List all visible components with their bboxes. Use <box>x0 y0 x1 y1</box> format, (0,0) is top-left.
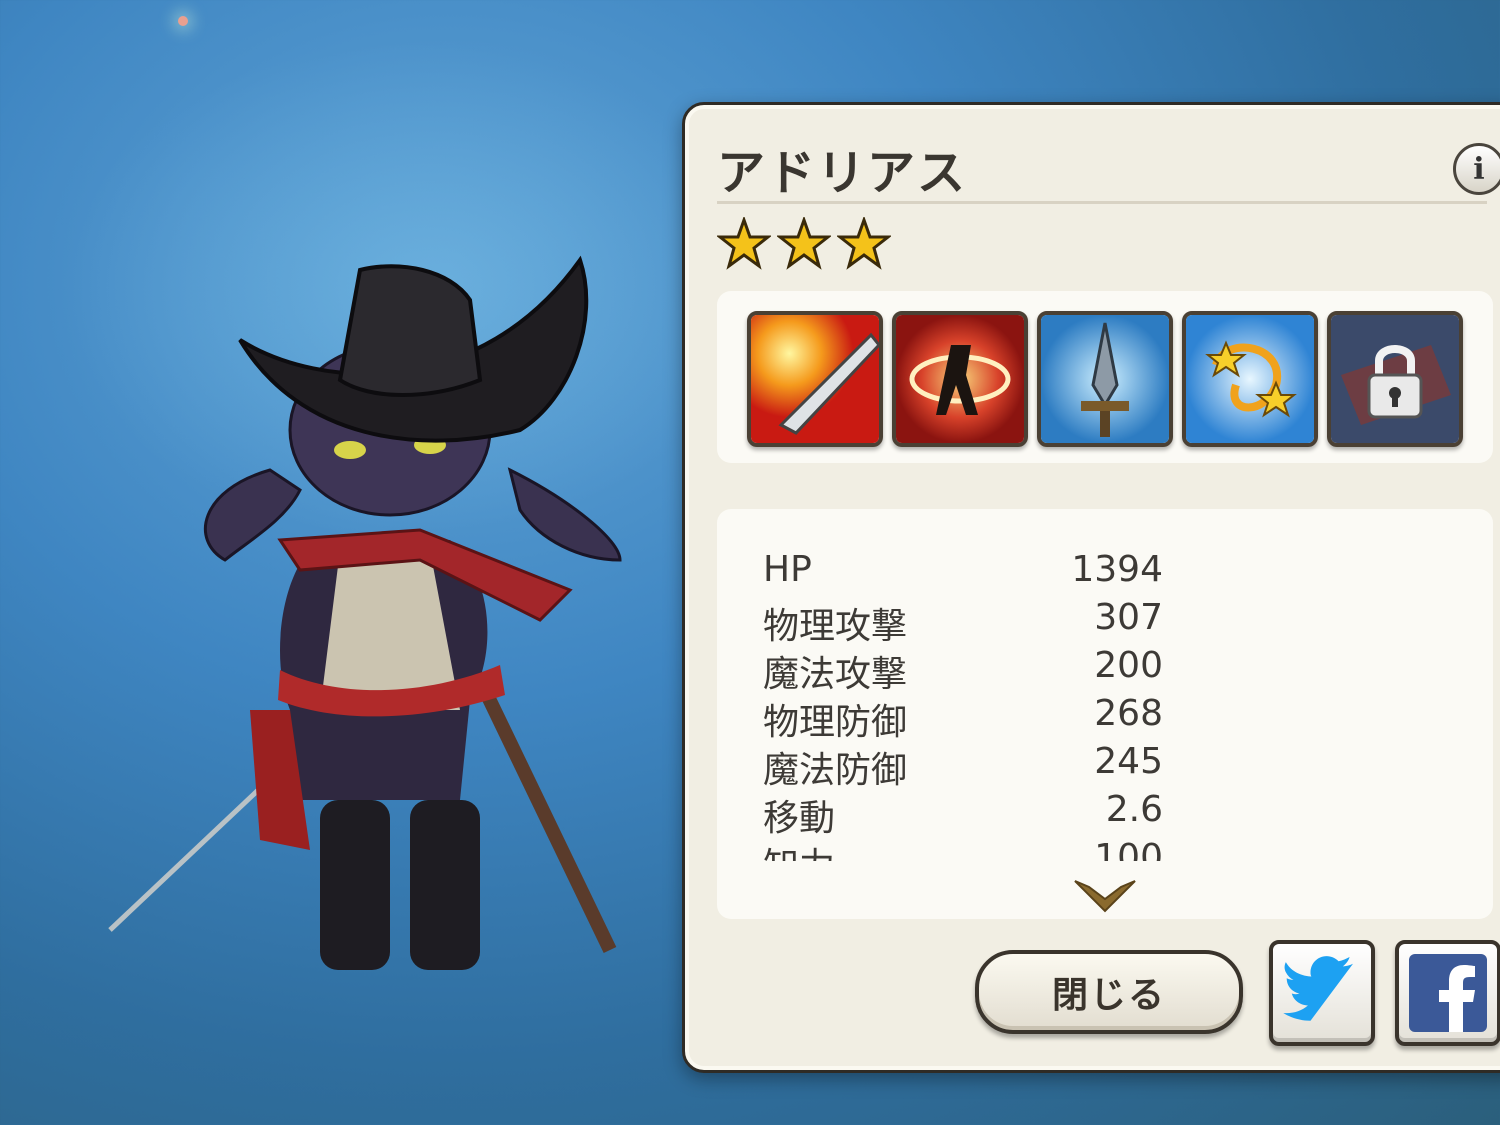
stat-value: 245 <box>1094 741 1163 782</box>
fencer-flame-icon[interactable] <box>892 311 1028 447</box>
rarity-stars <box>717 217 891 271</box>
stat-label: 移動 <box>763 798 836 839</box>
sparkle-dot <box>178 16 188 26</box>
stat-label: HP <box>763 549 812 590</box>
stat-value: 1394 <box>1071 549 1163 590</box>
stat-row-magic-defense: 魔法防御 245 <box>763 741 1163 791</box>
stat-label: 物理防御 <box>763 702 908 743</box>
info-icon[interactable]: i <box>1453 143 1500 195</box>
star-icon <box>777 217 831 270</box>
facebook-share-button[interactable] <box>1395 940 1500 1046</box>
twitter-icon <box>1283 956 1353 1021</box>
stat-row-magic-attack: 魔法攻撃 200 <box>763 645 1163 695</box>
star-swirl-icon[interactable] <box>1182 311 1318 447</box>
scroll-down-arrow-icon[interactable] <box>1073 877 1137 915</box>
stat-row-physical-defense: 物理防御 268 <box>763 693 1163 743</box>
sword-sparkle-icon[interactable] <box>1037 311 1173 447</box>
star-icon <box>837 217 891 270</box>
stat-label: 魔法防御 <box>763 750 908 791</box>
stat-label: 物理攻撃 <box>763 606 908 647</box>
stat-value: 200 <box>1094 645 1163 686</box>
locked-skill-icon[interactable] <box>1327 311 1463 447</box>
twitter-share-button[interactable] <box>1269 940 1375 1046</box>
stat-row-intelligence: 知力 100 <box>763 837 1163 861</box>
character-name: アドリアス <box>717 145 968 201</box>
close-button[interactable]: 閉じる <box>975 950 1243 1034</box>
stat-value: 307 <box>1094 597 1163 638</box>
stat-row-physical-attack: 物理攻撃 307 <box>763 597 1163 647</box>
stat-label: 知力 <box>763 837 835 861</box>
stat-row-hp: HP 1394 <box>763 549 1163 597</box>
stat-row-movement: 移動 2.6 <box>763 789 1163 839</box>
stat-value: 2.6 <box>1105 789 1163 830</box>
character-model <box>100 240 640 980</box>
stat-label: 魔法攻撃 <box>763 654 908 695</box>
skills-container <box>717 291 1493 463</box>
stats-panel[interactable]: HP 1394 物理攻撃 307 魔法攻撃 200 物理防御 268 魔法防御 … <box>717 509 1493 919</box>
sword-slash-icon[interactable] <box>747 311 883 447</box>
title-divider <box>717 201 1487 204</box>
stat-value: 100 <box>1094 837 1163 861</box>
facebook-icon <box>1409 954 1487 1032</box>
character-detail-panel: アドリアス i HP 1394 物理攻撃 307 魔法攻撃 200 物理防御 2… <box>682 102 1500 1073</box>
stat-value: 268 <box>1094 693 1163 734</box>
star-icon <box>717 217 771 270</box>
stats-scroll-area[interactable]: HP 1394 物理攻撃 307 魔法攻撃 200 物理防御 268 魔法防御 … <box>717 541 1493 861</box>
